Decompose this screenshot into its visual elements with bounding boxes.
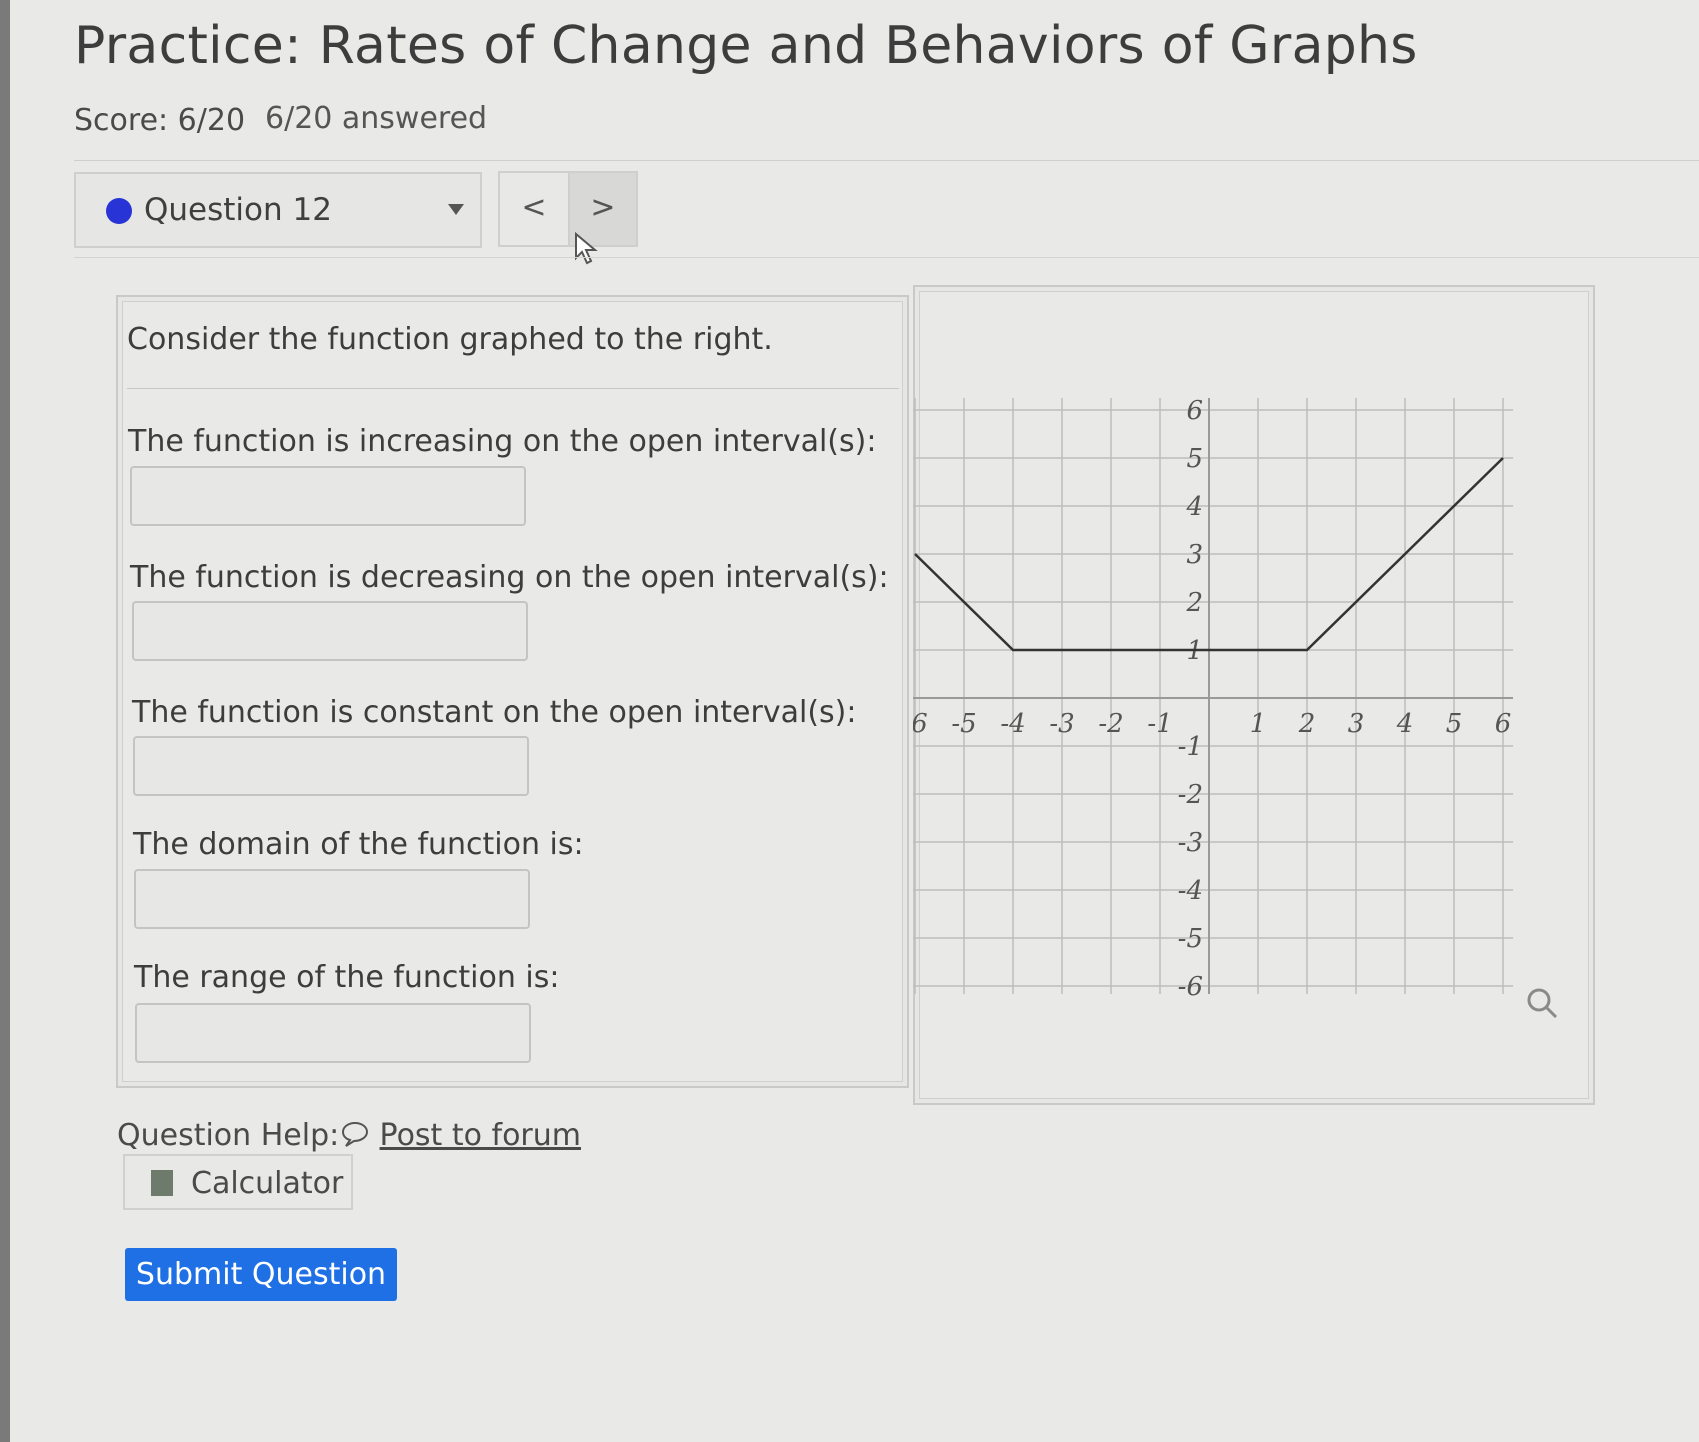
x-tick-label: -5 [951, 709, 976, 739]
question-status-dot [106, 198, 132, 224]
question-intro: Consider the function graphed to the rig… [127, 322, 773, 357]
post-to-forum-link[interactable]: Post to forum [340, 1118, 581, 1153]
increasing-label: The function is increasing on the open i… [128, 424, 877, 459]
submit-question-button[interactable]: Submit Question [125, 1248, 397, 1301]
y-tick-label: -1 [1178, 732, 1203, 762]
y-tick-label: -2 [1178, 780, 1203, 810]
domain-label: The domain of the function is: [133, 827, 584, 862]
post-to-forum-text: Post to forum [379, 1118, 581, 1153]
page-title: Practice: Rates of Change and Behaviors … [74, 16, 1418, 76]
magnifier-icon[interactable] [1527, 988, 1558, 1019]
function-graph: -6-5-4-3-2-1123456654321-1-2-3-4-5-6 [913, 396, 1558, 1019]
x-tick-label: 5 [1446, 709, 1463, 739]
graph-grid [913, 398, 1513, 994]
y-tick-label: -3 [1178, 828, 1203, 858]
x-tick-label: 2 [1298, 709, 1316, 739]
y-tick-label: -4 [1178, 876, 1203, 906]
decreasing-input[interactable] [132, 601, 528, 661]
x-tick-label: 1 [1250, 709, 1267, 739]
increasing-input[interactable] [130, 466, 526, 526]
question-help-label: Question Help: [117, 1118, 340, 1153]
y-tick-label: 3 [1186, 540, 1203, 570]
range-input[interactable] [135, 1003, 531, 1063]
previous-question-button[interactable]: < [498, 171, 568, 247]
x-tick-label: -6 [913, 709, 928, 739]
x-tick-label: 6 [1495, 709, 1512, 739]
speech-bubble-icon [341, 1121, 369, 1147]
score-text: Score: 6/20 [74, 103, 246, 138]
caret-down-icon [448, 204, 464, 215]
y-tick-label: -5 [1178, 924, 1203, 954]
nav-divider [74, 257, 1699, 258]
screen-edge [0, 0, 10, 1442]
x-tick-label: -3 [1049, 709, 1074, 739]
decreasing-label: The function is decreasing on the open i… [130, 560, 889, 595]
calculator-label: Calculator [191, 1166, 344, 1201]
constant-label: The function is constant on the open int… [132, 695, 857, 730]
question-selector-label: Question 12 [144, 192, 332, 228]
y-tick-label: 2 [1185, 588, 1203, 618]
constant-input[interactable] [133, 736, 529, 796]
x-tick-label: 3 [1348, 709, 1365, 739]
x-tick-label: -1 [1147, 709, 1172, 739]
y-tick-label: 4 [1185, 492, 1203, 522]
x-tick-label: -2 [1098, 709, 1123, 739]
domain-input[interactable] [134, 869, 530, 929]
calculator-icon [151, 1170, 173, 1196]
x-tick-label: -4 [1000, 709, 1025, 739]
y-tick-label: 5 [1186, 444, 1203, 474]
range-label: The range of the function is: [134, 960, 560, 995]
x-tick-label: 4 [1396, 709, 1414, 739]
answered-count: 6/20 answered [265, 101, 488, 136]
y-tick-label: -6 [1178, 972, 1203, 1002]
graph-axes [913, 398, 1513, 994]
mouse-pointer-icon [575, 232, 598, 265]
calculator-button[interactable]: Calculator [123, 1154, 353, 1210]
y-tick-label: 6 [1186, 396, 1203, 426]
header-divider [74, 160, 1699, 161]
intro-divider [127, 388, 899, 389]
question-selector[interactable]: Question 12 [74, 172, 482, 248]
